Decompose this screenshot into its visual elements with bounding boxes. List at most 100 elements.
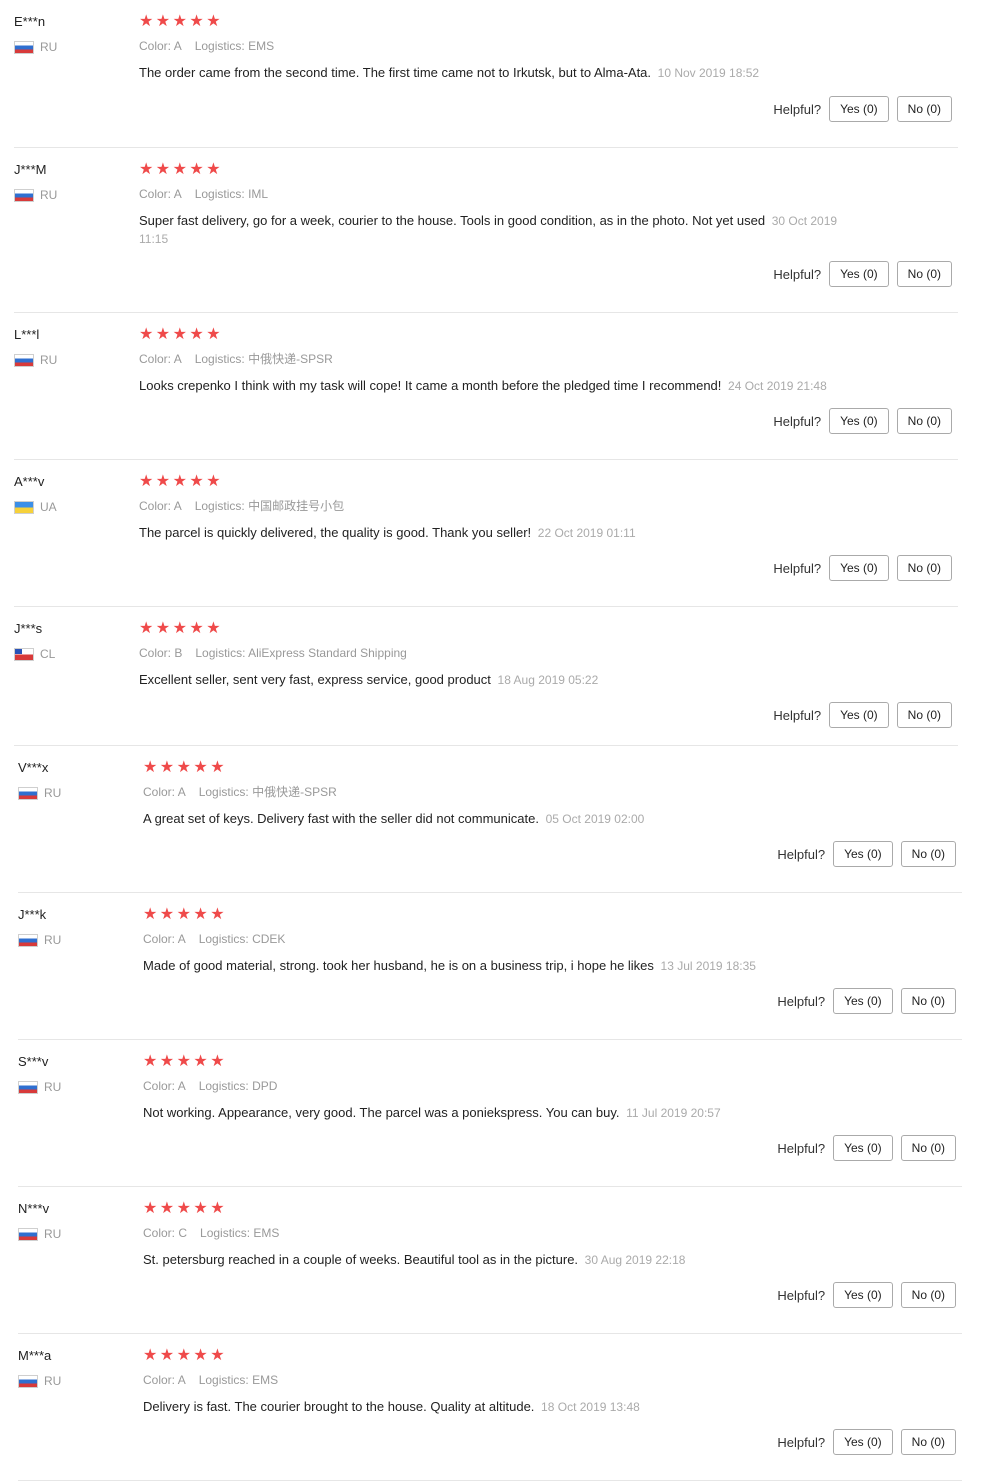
helpful-yes-button[interactable]: Yes (0) xyxy=(833,988,893,1014)
product-color: Color: A xyxy=(139,499,182,513)
country-code: UA xyxy=(40,500,57,514)
star-icon: ★ xyxy=(193,1347,208,1364)
logistics-value: 中国邮政挂号小包 xyxy=(248,499,345,513)
reviewer-name: J***s xyxy=(14,621,43,636)
reviewer-country: RU xyxy=(18,1080,61,1094)
reviewer-name: E***n xyxy=(14,14,46,29)
color-label: Color: xyxy=(139,39,172,53)
review-comment: A great set of keys. Delivery fast with … xyxy=(143,810,843,828)
star-icon: ★ xyxy=(193,1200,208,1217)
review-item: J***k RU ★ ★ ★ ★ ★ Color: A Logistics: CDEK Made … xyxy=(18,893,962,1040)
flag-ru-icon xyxy=(18,1080,38,1094)
review-date: 10 Nov 2019 18:52 xyxy=(657,66,760,80)
helpful-yes-button[interactable]: Yes (0) xyxy=(833,1282,893,1308)
star-icon: ★ xyxy=(210,1053,225,1070)
star-icon: ★ xyxy=(139,13,154,30)
logistics-label: Logistics: xyxy=(198,1373,249,1387)
helpful-label: Helpful? xyxy=(773,707,822,723)
logistics: Logistics: 中国邮政挂号小包 xyxy=(195,499,344,513)
star-icon: ★ xyxy=(155,326,171,343)
helpful-no-button[interactable]: No (0) xyxy=(900,988,956,1014)
flag-ua-icon xyxy=(14,500,34,514)
country-code: RU xyxy=(44,1080,62,1094)
product-color: Color: C xyxy=(143,1226,187,1240)
reviewer-name: L***l xyxy=(14,327,40,342)
review-list: E***n RU ★ ★ ★ ★ ★ Color: A Logistics: EMS The or… xyxy=(0,0,1000,1482)
star-icon: ★ xyxy=(210,1347,225,1364)
review-body: ★ ★ ★ ★ ★ Color: B Logistics: AliExpress Stand… xyxy=(139,621,839,689)
reviewer-country: UA xyxy=(14,500,57,514)
product-color: Color: B xyxy=(139,646,182,660)
review-meta: Color: A Logistics: CDEK xyxy=(143,932,843,946)
review-item: L***l RU ★ ★ ★ ★ ★ Color: A Logistics: 中俄快递-SPSR… xyxy=(14,313,958,460)
logistics-value: DPD xyxy=(252,1079,278,1093)
review-date: 30 Aug 2019 22:18 xyxy=(584,1253,686,1267)
helpful-no-button[interactable]: No (0) xyxy=(896,408,952,434)
star-icon: ★ xyxy=(176,1347,191,1364)
flag-ru-icon xyxy=(18,933,38,947)
star-icon: ★ xyxy=(206,473,221,490)
review-item: M***a RU ★ ★ ★ ★ ★ Color: A Logistics: EMS Delive… xyxy=(18,1334,962,1481)
review-text: The parcel is quickly delivered, the qua… xyxy=(139,525,532,540)
helpful-no-button[interactable]: No (0) xyxy=(896,96,952,122)
helpful-controls: Helpful? Yes (0) No (0) xyxy=(777,988,956,1014)
flag-ru-icon xyxy=(18,786,38,800)
star-rating: ★ ★ ★ ★ ★ xyxy=(143,1054,843,1070)
helpful-controls: Helpful? Yes (0) No (0) xyxy=(773,96,952,122)
star-icon: ★ xyxy=(193,759,208,776)
review-body: ★ ★ ★ ★ ★ Color: A Logistics: EMS The order cam… xyxy=(139,14,839,82)
color-label: Color: xyxy=(139,646,172,660)
color-label: Color: xyxy=(143,932,176,946)
helpful-no-button[interactable]: No (0) xyxy=(900,841,956,867)
logistics-value: AliExpress Standard Shipping xyxy=(248,646,407,660)
review-date: 18 Aug 2019 05:22 xyxy=(497,673,599,687)
star-icon: ★ xyxy=(143,906,158,923)
logistics-value: CDEK xyxy=(252,932,286,946)
helpful-yes-button[interactable]: Yes (0) xyxy=(833,841,893,867)
reviewer-country: RU xyxy=(18,1374,61,1388)
review-item: A***v UA ★ ★ ★ ★ ★ Color: A Logistics: 中国邮政挂号小包 T… xyxy=(14,460,958,607)
review-body: ★ ★ ★ ★ ★ Color: A Logistics: CDEK Made of good… xyxy=(143,907,843,975)
product-color: Color: A xyxy=(143,1373,186,1387)
helpful-no-button[interactable]: No (0) xyxy=(900,1429,956,1455)
country-code: CL xyxy=(40,647,56,661)
reviewer-name: J***M xyxy=(14,162,47,177)
star-icon: ★ xyxy=(172,161,187,178)
helpful-yes-button[interactable]: Yes (0) xyxy=(833,1135,893,1161)
logistics-label: Logistics: xyxy=(194,352,245,366)
star-rating: ★ ★ ★ ★ ★ xyxy=(143,1201,843,1217)
helpful-label: Helpful? xyxy=(777,1434,826,1450)
review-item: E***n RU ★ ★ ★ ★ ★ Color: A Logistics: EMS The or… xyxy=(14,0,958,148)
helpful-no-button[interactable]: No (0) xyxy=(900,1135,956,1161)
review-comment: St. petersburg reached in a couple of we… xyxy=(143,1251,843,1269)
helpful-no-button[interactable]: No (0) xyxy=(896,261,952,287)
helpful-yes-button[interactable]: Yes (0) xyxy=(829,555,889,581)
color-value: A xyxy=(177,1373,186,1387)
product-color: Color: A xyxy=(139,187,182,201)
logistics: Logistics: CDEK xyxy=(199,932,286,946)
logistics: Logistics: 中俄快递-SPSR xyxy=(195,352,333,366)
star-rating: ★ ★ ★ ★ ★ xyxy=(143,1348,843,1364)
review-body: ★ ★ ★ ★ ★ Color: A Logistics: IML Super fast de… xyxy=(139,162,839,248)
review-meta: Color: B Logistics: AliExpress Standard S… xyxy=(139,646,839,660)
helpful-yes-button[interactable]: Yes (0) xyxy=(829,408,889,434)
helpful-yes-button[interactable]: Yes (0) xyxy=(829,702,889,728)
helpful-yes-button[interactable]: Yes (0) xyxy=(829,261,889,287)
review-meta: Color: A Logistics: 中俄快递-SPSR xyxy=(139,352,839,366)
helpful-yes-button[interactable]: Yes (0) xyxy=(829,96,889,122)
helpful-no-button[interactable]: No (0) xyxy=(896,555,952,581)
star-icon: ★ xyxy=(193,1053,208,1070)
star-icon: ★ xyxy=(206,13,221,30)
review-meta: Color: A Logistics: IML xyxy=(139,187,839,201)
country-code: RU xyxy=(40,40,58,54)
helpful-label: Helpful? xyxy=(773,413,822,429)
star-icon: ★ xyxy=(155,161,171,178)
helpful-no-button[interactable]: No (0) xyxy=(896,702,952,728)
helpful-no-button[interactable]: No (0) xyxy=(900,1282,956,1308)
helpful-yes-button[interactable]: Yes (0) xyxy=(833,1429,893,1455)
review-comment: Made of good material, strong. took her … xyxy=(143,957,843,975)
star-icon: ★ xyxy=(206,620,221,637)
flag-ru-icon xyxy=(14,353,34,367)
star-icon: ★ xyxy=(139,620,154,637)
logistics-value: 中俄快递-SPSR xyxy=(248,352,333,366)
